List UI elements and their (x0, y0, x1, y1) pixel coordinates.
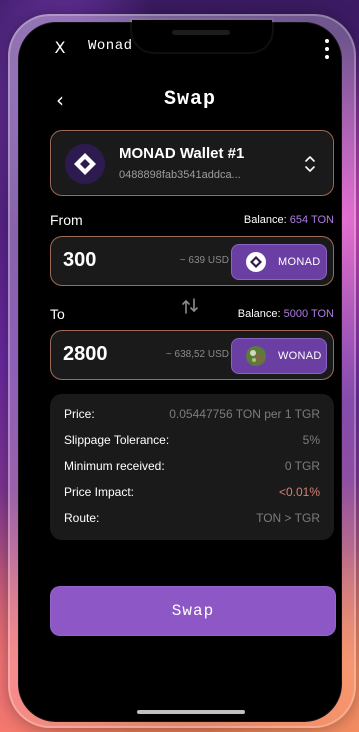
from-balance-label: Balance: (243, 214, 287, 226)
from-label-row: From Balance: 654 TON (50, 210, 334, 230)
minimum-received-label: Minimum received: (64, 459, 165, 473)
to-amount-card[interactable]: 2800 ~ 638,52 USD WONAD (50, 330, 334, 380)
chevron-up-down-icon (301, 152, 319, 176)
slippage-value: 5% (302, 433, 320, 447)
price-value: 0.05447756 TON per 1 TGR (169, 407, 320, 421)
swap-details-card: Price: 0.05447756 TON per 1 TGR Slippage… (50, 394, 334, 540)
detail-row-route: Route: TON > TGR (64, 508, 320, 528)
from-amount-card[interactable]: 300 ~ 639 USD MONAD (50, 236, 334, 286)
detail-row-price: Price: 0.05447756 TON per 1 TGR (64, 404, 320, 424)
slippage-label: Slippage Tolerance: (64, 433, 170, 447)
more-dot (325, 39, 329, 43)
from-balance: Balance: 654 TON (244, 214, 334, 226)
monad-token-icon (246, 252, 266, 272)
detail-row-slippage: Slippage Tolerance: 5% (64, 430, 320, 450)
from-amount-input[interactable]: 300 (63, 249, 96, 272)
to-token-label: WONAD (278, 350, 322, 362)
to-balance-label: Balance: (237, 308, 281, 320)
page-title: Swap (163, 88, 216, 111)
swap-button[interactable]: Swap (50, 586, 336, 636)
to-amount-input[interactable]: 2800 (63, 343, 108, 366)
page-topbar: ‹ Swap (34, 86, 346, 114)
monad-logo-icon (65, 144, 105, 184)
price-impact-value: <0.01% (278, 485, 320, 499)
to-label-row: To Balance: 5000 TON (50, 304, 334, 324)
swap-app: X Wonad ‹ Swap MONAD Wallet #1 0488898fa… (34, 30, 346, 714)
more-dot (325, 47, 329, 51)
close-icon[interactable]: X (48, 35, 72, 59)
route-value: TON > TGR (256, 511, 320, 525)
route-label: Route: (64, 511, 100, 525)
wallet-name: MONAD Wallet #1 (119, 145, 245, 162)
price-impact-label: Price Impact: (64, 485, 135, 499)
price-label: Price: (64, 407, 95, 421)
to-usd-value: ~ 638,52 USD (165, 349, 229, 360)
wonad-token-icon (246, 346, 266, 366)
phone-notch (132, 20, 272, 52)
from-label: From (50, 212, 83, 228)
miniapp-title: Wonad (88, 38, 133, 54)
from-token-label: MONAD (278, 256, 321, 268)
from-balance-value: 654 TON (289, 214, 334, 226)
detail-row-price-impact: Price Impact: <0.01% (64, 482, 320, 502)
more-dot (325, 55, 329, 59)
phone-speaker (172, 30, 230, 35)
to-label: To (50, 306, 65, 322)
more-vertical-icon[interactable] (318, 35, 336, 63)
detail-row-minimum-received: Minimum received: 0 TGR (64, 456, 320, 476)
home-indicator (137, 710, 245, 714)
from-token-selector[interactable]: MONAD (231, 244, 327, 280)
minimum-received-value: 0 TGR (284, 459, 320, 473)
from-usd-value: ~ 639 USD (179, 255, 229, 266)
to-token-selector[interactable]: WONAD (231, 338, 327, 374)
wallet-selector[interactable]: MONAD Wallet #1 0488898fab3541addca... (50, 130, 334, 196)
to-balance: Balance: 5000 TON (238, 308, 334, 320)
wallet-address: 0488898fab3541addca... (119, 169, 241, 181)
to-balance-value: 5000 TON (283, 308, 334, 320)
